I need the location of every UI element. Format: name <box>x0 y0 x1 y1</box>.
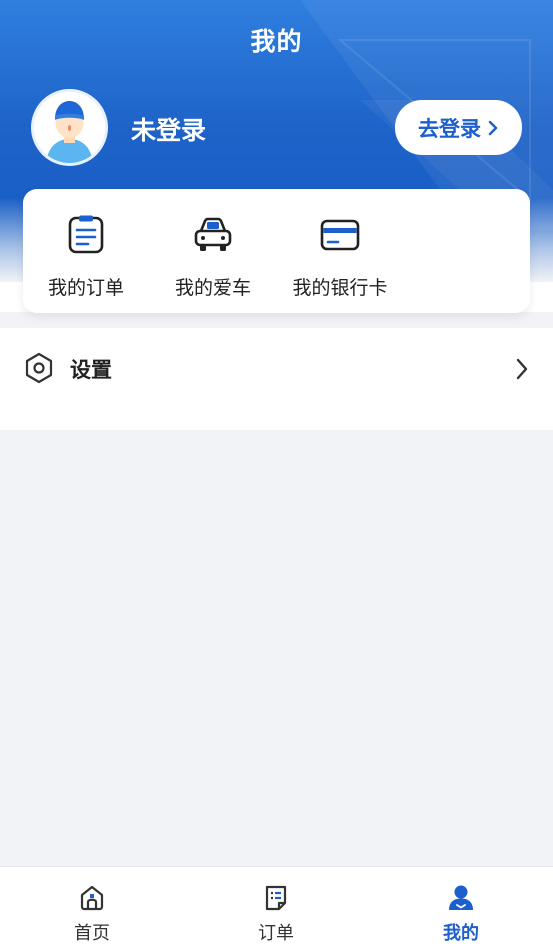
quick-action-label: 我的银行卡 <box>292 277 388 299</box>
chevron-right-icon <box>488 120 498 135</box>
login-button[interactable]: 去登录 <box>395 100 522 155</box>
quick-action-label: 我的订单 <box>47 277 124 299</box>
bank-card-icon <box>320 219 360 251</box>
tab-label: 首页 <box>74 923 110 944</box>
avatar[interactable] <box>31 89 108 166</box>
car-icon <box>194 217 232 251</box>
login-button-label: 去登录 <box>418 116 481 141</box>
hexagon-settings-icon <box>25 352 53 384</box>
order-icon <box>265 885 287 911</box>
settings-label: 设置 <box>70 358 112 382</box>
user-icon <box>449 885 473 910</box>
quick-action-my-car[interactable]: 我的爱车 <box>158 189 268 313</box>
home-icon <box>80 885 104 911</box>
tab-home[interactable]: 首页 <box>32 867 152 952</box>
quick-action-my-orders[interactable]: 我的订单 <box>31 189 141 313</box>
tab-label: 订单 <box>258 923 294 944</box>
bottom-tab-bar: 首页 订单 我的 <box>0 866 553 952</box>
quick-action-my-bank-card[interactable]: 我的银行卡 <box>285 189 395 313</box>
chevron-right-icon <box>516 358 528 380</box>
tab-mine[interactable]: 我的 <box>401 867 521 952</box>
tab-label: 我的 <box>443 923 479 944</box>
profile-page: 我的 未登录 去登录 我的订单 我的爱车 我的银行卡 设置 首页 订单 我的 <box>0 0 553 952</box>
quick-actions-card: 我的订单 我的爱车 我的银行卡 <box>23 189 530 313</box>
avatar-person-icon <box>34 92 105 163</box>
tab-orders[interactable]: 订单 <box>216 867 336 952</box>
order-list-icon <box>68 215 104 254</box>
username: 未登录 <box>131 116 207 145</box>
page-title: 我的 <box>250 27 303 56</box>
quick-action-label: 我的爱车 <box>174 277 251 299</box>
